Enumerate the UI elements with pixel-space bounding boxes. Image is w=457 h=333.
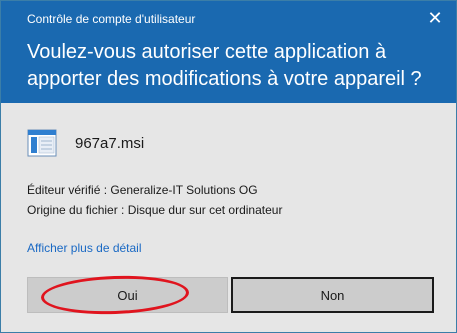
show-more-details-link[interactable]: Afficher plus de détail	[27, 241, 142, 255]
publisher-line: Éditeur vérifié : Generalize-IT Solution…	[27, 183, 258, 197]
publisher-info: Éditeur vérifié : Generalize-IT Solution…	[27, 180, 282, 220]
no-button[interactable]: Non	[231, 277, 434, 313]
window-caption: Contrôle de compte d'utilisateur	[27, 12, 196, 26]
prompt-question: Voulez-vous autoriser cette application …	[27, 41, 422, 90]
yes-button[interactable]: Oui	[27, 277, 228, 313]
dialog-body: 967a7.msi Éditeur vérifié : Generalize-I…	[1, 103, 456, 332]
dialog-header: Contrôle de compte d'utilisateur ✕ Voule…	[1, 1, 456, 103]
close-button[interactable]: ✕	[424, 7, 446, 29]
installer-package-icon	[27, 129, 57, 157]
uac-dialog: Contrôle de compte d'utilisateur ✕ Voule…	[0, 0, 457, 333]
origin-line: Origine du fichier : Disque dur sur cet …	[27, 203, 283, 217]
app-name: 967a7.msi	[75, 134, 145, 152]
close-icon: ✕	[427, 7, 443, 28]
app-row: 967a7.msi	[27, 127, 144, 159]
